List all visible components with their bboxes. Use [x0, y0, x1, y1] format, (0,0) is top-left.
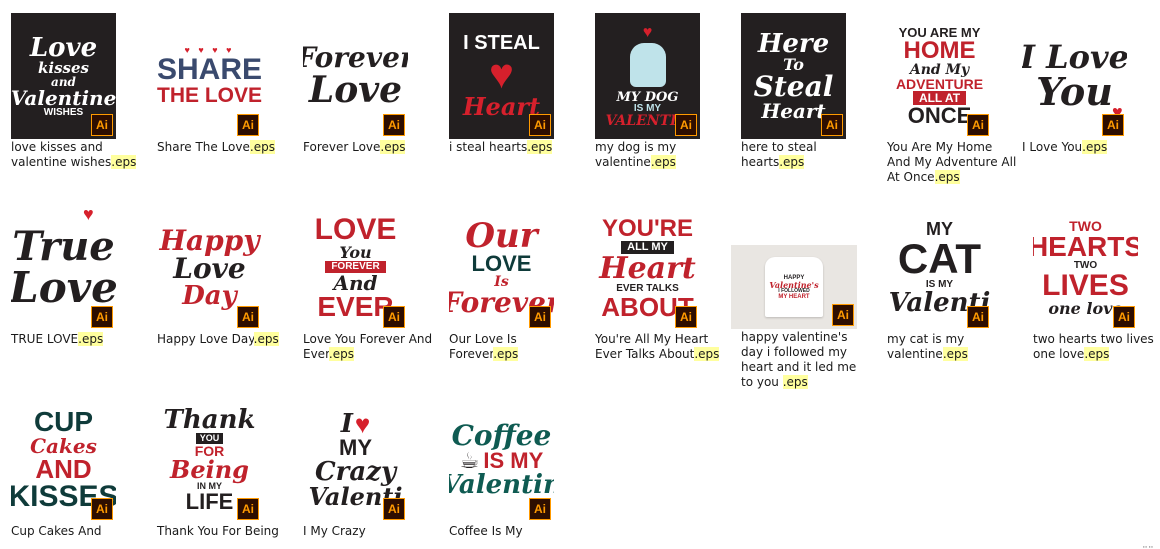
- file-item[interactable]: I Love You ♥ Ai I Love You.eps: [1022, 13, 1160, 155]
- heart-icon: ♥: [83, 205, 94, 224]
- heart-icon: ♥: [642, 23, 653, 41]
- illustrator-file-icon: Ai: [529, 306, 551, 328]
- file-name[interactable]: You're All My Heart Ever Talks About.eps: [595, 332, 725, 362]
- file-thumbnail[interactable]: ♥ ♥ ♥ ♥ SHARE THE LOVE Ai: [157, 13, 262, 139]
- dog-icon: [629, 42, 666, 87]
- illustrator-file-icon: Ai: [383, 306, 405, 328]
- illustrator-file-icon: Ai: [91, 306, 113, 328]
- file-thumbnail[interactable]: I STEAL ♥ Heart Ai: [449, 13, 554, 139]
- illustrator-file-icon: Ai: [675, 114, 697, 136]
- illustrator-file-icon: Ai: [383, 498, 405, 520]
- file-name[interactable]: i steal hearts.eps: [449, 140, 579, 155]
- file-thumbnail[interactable]: Coffee ☕ IS MY Valentin Ai: [449, 397, 554, 523]
- illustrator-file-icon: Ai: [529, 114, 551, 136]
- illustrator-file-icon: Ai: [91, 114, 113, 136]
- file-thumbnail[interactable]: Our LOVE Is Forever Ai: [449, 205, 554, 331]
- file-item[interactable]: I STEAL ♥ Heart Ai i steal hearts.eps: [449, 13, 595, 155]
- file-thumbnail[interactable]: I Love You ♥ Ai: [1022, 13, 1127, 139]
- heart-dinosaur-icon: ♥: [489, 50, 514, 97]
- file-item[interactable]: Love kisses and Valentine WISHES Ai love…: [11, 13, 157, 170]
- file-thumbnail[interactable]: LOVE You FOREVER And EVER Ai: [303, 205, 408, 331]
- heart-icon: ♥: [354, 409, 371, 439]
- illustrator-file-icon: Ai: [832, 304, 854, 326]
- file-thumbnail[interactable]: CUP Cakes AND KISSES Ai: [11, 397, 116, 523]
- file-item[interactable]: YOU'RE ALL MY Heart EVER TALKS ABOUT Ai …: [595, 205, 741, 362]
- file-name[interactable]: here to steal hearts.eps: [741, 140, 871, 170]
- file-item[interactable]: ♥ True Love Ai TRUE LOVE.eps: [11, 205, 157, 347]
- file-name[interactable]: TRUE LOVE.eps: [11, 332, 141, 347]
- file-name[interactable]: my cat is my valentine.eps: [887, 332, 1017, 362]
- file-item[interactable]: YOU ARE MY HOME And My ADVENTURE ALL AT …: [887, 13, 1033, 185]
- illustrator-file-icon: Ai: [383, 114, 405, 136]
- illustrator-file-icon: Ai: [237, 306, 259, 328]
- file-item[interactable]: LOVE You FOREVER And EVER Ai Love You Fo…: [303, 205, 449, 362]
- file-item[interactable]: ♥ ♥ ♥ ♥ SHARE THE LOVE Ai Share The Love…: [157, 13, 303, 155]
- file-item[interactable]: CUP Cakes AND KISSES Ai Cup Cakes And: [11, 397, 157, 539]
- illustrator-file-icon: Ai: [675, 306, 697, 328]
- file-name[interactable]: my dog is my valentine.eps: [595, 140, 725, 170]
- file-item[interactable]: I ♥ MY Crazy Valenti Ai I My Crazy: [303, 397, 449, 539]
- file-name[interactable]: Coffee Is My: [449, 524, 579, 539]
- illustrator-file-icon: Ai: [237, 498, 259, 520]
- file-name[interactable]: I My Crazy: [303, 524, 433, 539]
- file-thumbnail[interactable]: Love kisses and Valentine WISHES Ai: [11, 13, 116, 139]
- illustrator-file-icon: Ai: [237, 114, 259, 136]
- file-name[interactable]: Thank You For Being: [157, 524, 287, 539]
- illustrator-file-icon: Ai: [1102, 114, 1124, 136]
- illustrator-file-icon: Ai: [529, 498, 551, 520]
- file-name[interactable]: You Are My Home And My Adventure All At …: [887, 140, 1017, 185]
- file-name[interactable]: Love You Forever And Ever.eps: [303, 332, 433, 362]
- file-thumbnail[interactable]: TWO HEARTS TWO LIVES one love Ai: [1033, 205, 1138, 331]
- file-item[interactable]: MY CAT IS MY Valenti Ai my cat is my val…: [887, 205, 1033, 362]
- file-thumbnail[interactable]: I ♥ MY Crazy Valenti Ai: [303, 397, 408, 523]
- file-item[interactable]: Happy Love Day Ai Happy Love Day.eps: [157, 205, 303, 347]
- file-name[interactable]: love kisses and valentine wishes.eps: [11, 140, 141, 170]
- file-item[interactable]: Here To Steal Heart Ai here to steal hea…: [741, 13, 887, 170]
- file-thumbnail[interactable]: ♥ True Love Ai: [11, 205, 116, 331]
- illustrator-file-icon: Ai: [1113, 306, 1135, 328]
- file-name[interactable]: Share The Love.eps: [157, 140, 287, 155]
- file-thumbnail[interactable]: YOU'RE ALL MY Heart EVER TALKS ABOUT Ai: [595, 205, 700, 331]
- file-thumbnail[interactable]: YOU ARE MY HOME And My ADVENTURE ALL AT …: [887, 13, 992, 139]
- file-thumbnail[interactable]: MY CAT IS MY Valenti Ai: [887, 205, 992, 331]
- coffee-cup-icon: ☕: [459, 448, 480, 473]
- file-name[interactable]: two hearts two lives one love.eps: [1033, 332, 1160, 362]
- file-item[interactable]: Thank YOU FOR Being IN MY LIFE Ai Thank …: [157, 397, 303, 539]
- file-item[interactable]: ♥ MY DOG IS MY VALENTIN Ai my dog is my …: [595, 13, 741, 170]
- illustrator-file-icon: Ai: [967, 114, 989, 136]
- illustrator-file-icon: Ai: [967, 306, 989, 328]
- illustrator-file-icon: Ai: [821, 114, 843, 136]
- file-name[interactable]: I Love You.eps: [1022, 140, 1152, 155]
- file-thumbnail[interactable]: HAPPY Valentine's I FOLLOWED MY HEART Ai: [731, 245, 857, 329]
- file-thumbnail[interactable]: ♥ MY DOG IS MY VALENTIN Ai: [595, 13, 700, 139]
- resize-grip-icon[interactable]: ⣀⣀: [1142, 539, 1156, 548]
- file-grid: Love kisses and Valentine WISHES Ai love…: [0, 0, 1160, 549]
- file-item[interactable]: HAPPY Valentine's I FOLLOWED MY HEART Ai…: [731, 205, 887, 390]
- illustrator-file-icon: Ai: [91, 498, 113, 520]
- file-name[interactable]: Cup Cakes And: [11, 524, 141, 539]
- file-thumbnail[interactable]: Thank YOU FOR Being IN MY LIFE Ai: [157, 397, 262, 523]
- file-name[interactable]: Forever Love.eps: [303, 140, 433, 155]
- file-item[interactable]: Coffee ☕ IS MY Valentin Ai Coffee Is My: [449, 397, 595, 539]
- file-name[interactable]: happy valentine's day i followed my hear…: [741, 330, 871, 390]
- file-thumbnail[interactable]: Here To Steal Heart Ai: [741, 13, 846, 139]
- file-name[interactable]: Our Love Is Forever.eps: [449, 332, 579, 362]
- file-item[interactable]: TWO HEARTS TWO LIVES one love Ai two hea…: [1033, 205, 1160, 362]
- file-item[interactable]: Our LOVE Is Forever Ai Our Love Is Forev…: [449, 205, 595, 362]
- file-item[interactable]: Forever Love Ai Forever Love.eps: [303, 13, 449, 155]
- file-name[interactable]: Happy Love Day.eps: [157, 332, 287, 347]
- file-thumbnail[interactable]: Happy Love Day Ai: [157, 205, 262, 331]
- file-thumbnail[interactable]: Forever Love Ai: [303, 13, 408, 139]
- tshirt-mockup: HAPPY Valentine's I FOLLOWED MY HEART: [765, 257, 823, 317]
